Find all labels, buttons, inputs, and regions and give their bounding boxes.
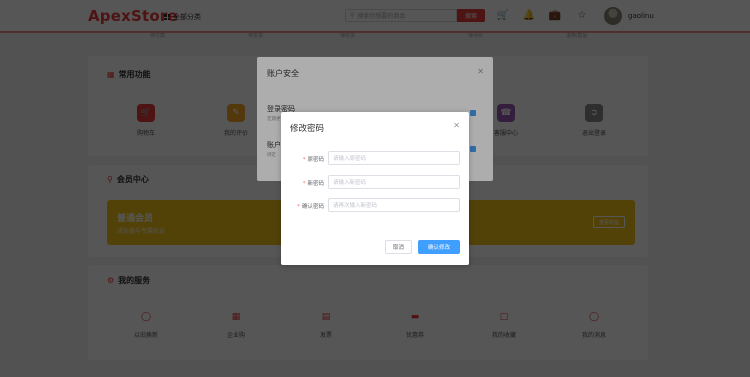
field-placeholder: 请输入新密码 — [333, 180, 367, 186]
confirm-password-field[interactable]: 请再次输入新密码 — [328, 198, 460, 212]
field-label: * 新密码 — [302, 181, 324, 187]
field-label: * 原密码 — [302, 157, 324, 163]
change-password-dialog: 修改密码 ✕ * 原密码 请输入原密码 * 新密码 请输入新密码 * 确认密码 请再次… — [281, 112, 469, 265]
old-password-field[interactable]: 请输入原密码 — [328, 151, 460, 165]
field-placeholder: 请再次输入新密码 — [333, 203, 378, 209]
new-password-field[interactable]: 请输入新密码 — [328, 175, 460, 189]
field-placeholder: 请输入原密码 — [333, 156, 367, 162]
confirm-password-row: * 确认密码 请再次输入新密码 — [281, 198, 469, 214]
close-icon[interactable]: ✕ — [453, 121, 460, 130]
confirm-button[interactable]: 确认修改 — [418, 240, 460, 254]
field-label: * 确认密码 — [297, 204, 324, 210]
new-password-row: * 新密码 请输入新密码 — [281, 175, 469, 191]
dialog-title: 修改密码 — [290, 124, 325, 134]
old-password-row: * 原密码 请输入原密码 — [281, 151, 469, 167]
cancel-button[interactable]: 取消 — [385, 240, 412, 254]
